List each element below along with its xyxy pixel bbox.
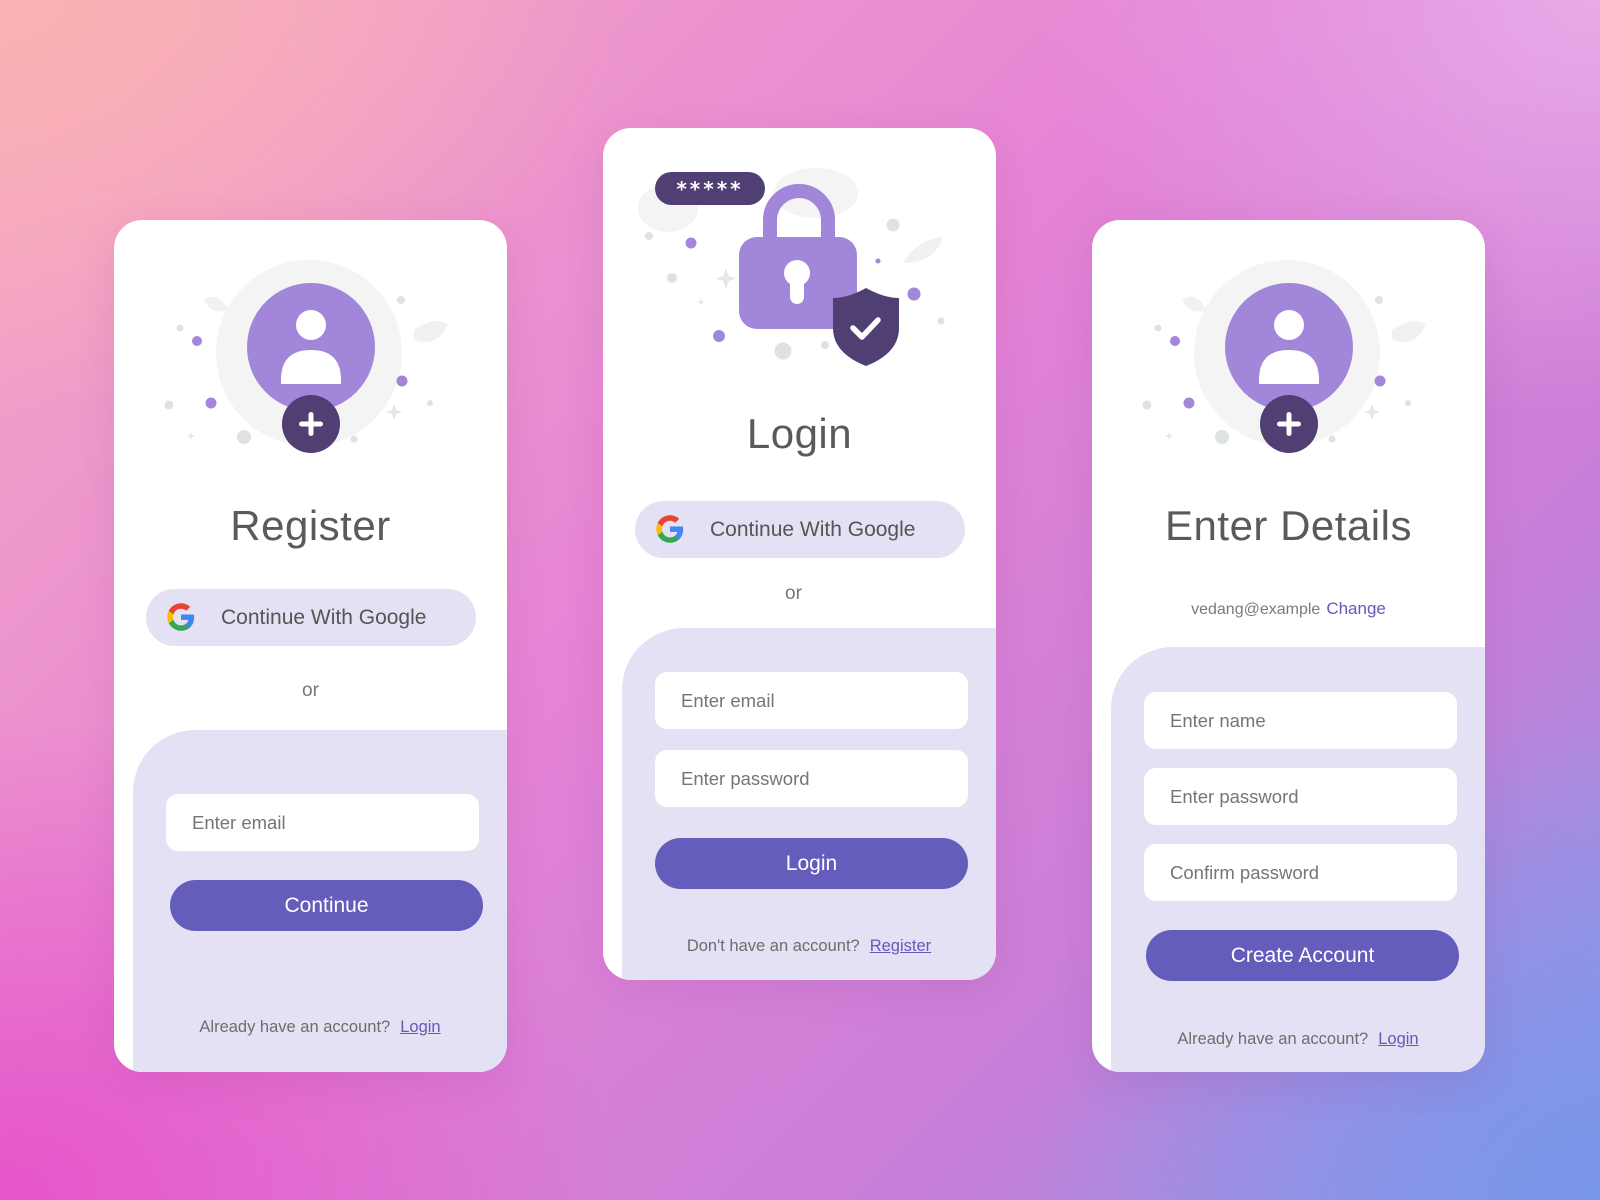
email-input[interactable]	[655, 672, 968, 729]
page-title: Login	[746, 410, 853, 457]
or-divider: or	[785, 583, 802, 604]
google-icon	[656, 515, 684, 543]
footer: Don't have an account? Register	[603, 937, 996, 956]
page-title: Register	[230, 502, 391, 549]
email-row: vedang@example Change	[1092, 599, 1485, 619]
login-link[interactable]: Login	[1378, 1030, 1418, 1048]
password-input[interactable]	[655, 750, 968, 807]
form-panel: Create Account Already have an account? L…	[1111, 647, 1485, 1072]
footer-text: Don't have an account?	[686, 937, 860, 955]
login-link[interactable]: Login	[400, 1018, 440, 1036]
login-button[interactable]: Login	[655, 838, 968, 889]
footer-text: Already have an account?	[199, 1018, 391, 1036]
password-asterisks: *****	[676, 177, 743, 201]
register-link[interactable]: Register	[870, 937, 931, 955]
padlock-shield-icon: *****	[638, 168, 945, 366]
continue-button[interactable]: Continue	[170, 880, 483, 931]
change-email-link[interactable]: Change	[1326, 599, 1386, 618]
current-email: vedang@example	[1191, 601, 1321, 618]
form-panel: Continue Already have an account? Login	[133, 730, 507, 1072]
name-input[interactable]	[1144, 692, 1457, 749]
footer: Already have an account? Login	[114, 1018, 507, 1037]
enter-details-card: Enter Details vedang@example Change Creat…	[1092, 220, 1485, 1072]
google-button-label: Continue With Google	[221, 605, 427, 629]
login-card: ***** Login Continue With Google or Ente…	[603, 128, 996, 980]
user-avatar-add-icon	[164, 260, 448, 453]
email-input[interactable]	[166, 794, 479, 851]
register-card: Register Continue With Google or Continu…	[114, 220, 507, 1072]
page-title: Enter Details	[1165, 502, 1412, 549]
footer-text: Already have an account?	[1177, 1030, 1369, 1048]
google-signin-button[interactable]: Continue With Google	[635, 501, 965, 558]
password-input[interactable]	[1144, 768, 1457, 825]
confirm-password-input[interactable]	[1144, 844, 1457, 901]
form-panel: Login Don't have an account? Register	[622, 628, 996, 980]
footer: Already have an account? Login	[1092, 1030, 1485, 1049]
google-signin-button[interactable]: Continue With Google	[146, 589, 476, 646]
google-icon	[167, 603, 195, 631]
create-account-button[interactable]: Create Account	[1146, 930, 1459, 981]
user-avatar-add-icon	[1142, 260, 1426, 453]
google-button-label: Continue With Google	[710, 517, 916, 541]
or-divider: or	[302, 680, 319, 701]
